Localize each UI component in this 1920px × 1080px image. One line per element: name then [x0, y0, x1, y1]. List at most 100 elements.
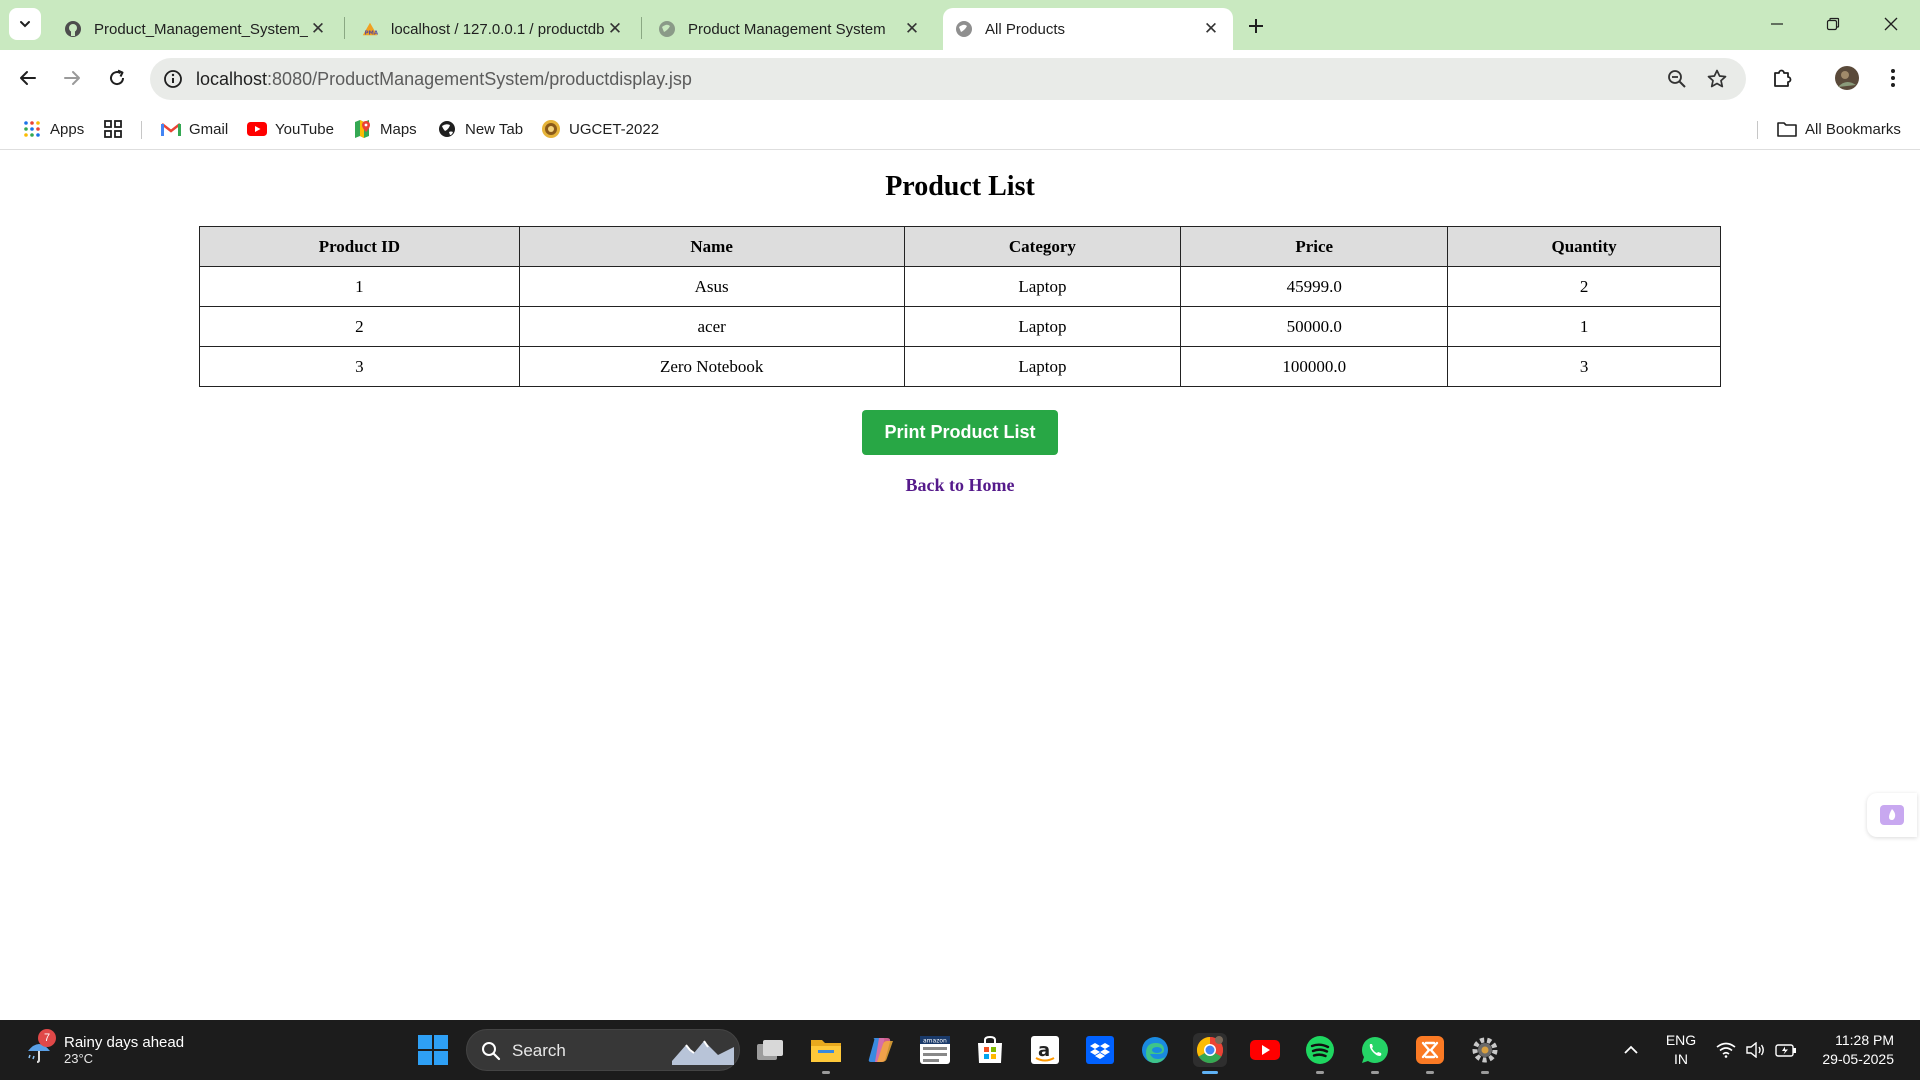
wifi-status[interactable]: [1712, 1033, 1740, 1067]
print-product-list-button[interactable]: Print Product List: [862, 410, 1058, 455]
taskbar-copilot[interactable]: [863, 1033, 897, 1067]
weather-badge: 7: [38, 1029, 56, 1047]
tab-separator: [344, 17, 345, 39]
cell-product-id: 3: [199, 346, 520, 387]
bookmark-ugcet[interactable]: UGCET-2022: [541, 116, 659, 142]
bookmark-youtube[interactable]: YouTube: [247, 116, 334, 142]
taskbar-xampp[interactable]: [1413, 1033, 1447, 1074]
taskbar-spotify[interactable]: [1303, 1033, 1337, 1074]
all-bookmarks-button[interactable]: All Bookmarks: [1777, 116, 1901, 142]
bookmark-label: New Tab: [465, 120, 524, 138]
weather-widget[interactable]: 7 Rainy days ahead 23°C: [24, 1029, 184, 1071]
taskbar-amazon-news[interactable]: amazon: [918, 1033, 952, 1067]
close-window-button[interactable]: [1868, 6, 1914, 42]
arrow-right-icon: [64, 71, 80, 85]
back-to-home-link-text[interactable]: Back to Home: [906, 475, 1015, 495]
taskbar-whatsapp[interactable]: [1358, 1033, 1392, 1074]
language-indicator[interactable]: ENG IN: [1664, 1031, 1698, 1069]
taskbar-dropbox[interactable]: [1083, 1033, 1117, 1067]
bookmark-new-tab[interactable]: New Tab: [437, 116, 523, 142]
tab-title: localhost / 127.0.0.1 / productdb: [391, 20, 605, 38]
bookmark-gmail[interactable]: Gmail: [161, 116, 228, 142]
close-icon[interactable]: ✕: [1201, 19, 1221, 39]
file-explorer-icon: [811, 1040, 841, 1062]
extensions-button[interactable]: [1767, 63, 1797, 93]
bookmark-separator: [1757, 121, 1758, 139]
sidebar-assistant-icon: [1880, 805, 1904, 825]
menu-button[interactable]: [1878, 63, 1908, 93]
close-icon[interactable]: ✕: [308, 19, 328, 39]
back-button[interactable]: [10, 60, 46, 96]
globe-icon: [955, 20, 973, 38]
side-panel-widget[interactable]: [1867, 793, 1917, 837]
tab-search-button[interactable]: [9, 8, 41, 40]
forward-button[interactable]: [54, 60, 90, 96]
zoom-icon[interactable]: [1666, 68, 1688, 90]
new-tab-button[interactable]: [1242, 12, 1270, 40]
url-host: localhost: [196, 69, 268, 89]
tab-phpmyadmin[interactable]: PMA localhost / 127.0.0.1 / productdb ✕: [349, 8, 637, 50]
battery-charging-icon: [1775, 1044, 1796, 1057]
bookmark-maps[interactable]: Maps: [352, 116, 417, 142]
tab-product-management[interactable]: Product Management System ✕: [646, 8, 934, 50]
cell-quantity: 1: [1447, 306, 1721, 347]
tab-github[interactable]: Product_Management_System_ ✕: [52, 8, 340, 50]
close-icon[interactable]: ✕: [605, 19, 625, 39]
wifi-icon: [1716, 1042, 1736, 1058]
bookmark-label: Gmail: [189, 120, 229, 138]
bookmark-grid-shortcut[interactable]: [103, 116, 131, 142]
cell-category: Laptop: [903, 306, 1182, 347]
system-clock[interactable]: 11:28 PM 29-05-2025: [1810, 1031, 1894, 1069]
taskbar-youtube[interactable]: [1248, 1033, 1282, 1067]
site-info-icon[interactable]: [162, 68, 184, 90]
youtube-icon: [1250, 1040, 1280, 1060]
reload-icon: [110, 69, 125, 86]
start-button[interactable]: [418, 1035, 448, 1065]
chevron-up-icon: [1624, 1045, 1638, 1054]
running-indicator: [1481, 1071, 1489, 1074]
column-header-quantity: Quantity: [1447, 226, 1721, 267]
arrow-left-icon: [20, 71, 36, 85]
tab-all-products[interactable]: All Products ✕: [943, 8, 1233, 50]
column-header-product-id: Product ID: [199, 226, 520, 267]
taskbar-file-explorer[interactable]: [809, 1033, 843, 1074]
bookmark-label: Maps: [380, 120, 417, 138]
svg-text:a: a: [1038, 1040, 1050, 1061]
profile-avatar[interactable]: [1832, 63, 1862, 93]
taskbar-search[interactable]: Search: [466, 1029, 740, 1071]
maps-icon: [352, 119, 372, 139]
cell-category: Laptop: [903, 346, 1182, 387]
taskbar-edge[interactable]: [1138, 1033, 1172, 1067]
search-highlight-art-icon: [672, 1040, 734, 1065]
running-indicator: [1426, 1071, 1434, 1074]
svg-text:PMA: PMA: [365, 30, 379, 36]
tab-title: Product Management System: [688, 20, 886, 38]
all-bookmarks-label: All Bookmarks: [1805, 120, 1901, 138]
column-header-name: Name: [518, 226, 905, 267]
grid-icon: [103, 119, 123, 139]
battery-status[interactable]: [1772, 1033, 1800, 1067]
taskbar-task-view[interactable]: [753, 1033, 787, 1067]
url-text[interactable]: localhost:8080/ProductManagementSystem/p…: [196, 69, 692, 90]
cell-category: Laptop: [903, 266, 1182, 307]
restore-button[interactable]: [1810, 6, 1856, 42]
volume-status[interactable]: [1742, 1033, 1770, 1067]
bookmark-apps[interactable]: Apps: [22, 116, 84, 142]
taskbar-chrome[interactable]: [1193, 1033, 1227, 1074]
running-indicator: [822, 1071, 830, 1074]
weather-temp: 23°C: [64, 1051, 94, 1066]
minimize-button[interactable]: [1754, 6, 1800, 42]
amazon-news-icon: amazon: [920, 1036, 950, 1064]
folder-icon: [1777, 119, 1797, 139]
taskbar-settings[interactable]: [1468, 1033, 1502, 1074]
reload-button[interactable]: [99, 60, 135, 96]
taskbar-microsoft-store[interactable]: [973, 1033, 1007, 1067]
close-icon[interactable]: ✕: [902, 19, 922, 39]
address-bar[interactable]: localhost:8080/ProductManagementSystem/p…: [150, 58, 1746, 100]
column-header-category: Category: [903, 226, 1182, 267]
show-hidden-icons-button[interactable]: [1616, 1033, 1646, 1067]
taskbar-amazon[interactable]: a: [1028, 1033, 1062, 1067]
tab-strip: Product_Management_System_ ✕ PMA localho…: [0, 0, 1920, 50]
url-path: :8080/ProductManagementSystem/productdis…: [267, 69, 692, 89]
bookmark-star-icon[interactable]: [1706, 68, 1728, 90]
